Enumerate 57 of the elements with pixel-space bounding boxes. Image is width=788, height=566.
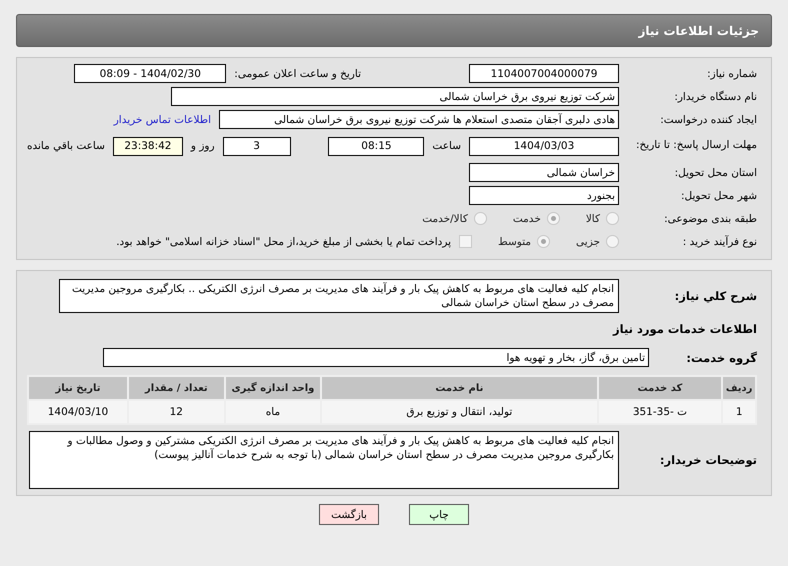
radio-label: متوسط xyxy=(498,236,532,248)
column-header: واحد اندازه گیری xyxy=(224,376,322,400)
table-cell: تولید، انتقال و توزیع برق xyxy=(321,400,598,424)
column-header: تعداد / مقدار xyxy=(128,376,225,400)
radio-label: کالا xyxy=(586,212,600,224)
field-label: گروه خدمت: xyxy=(685,350,757,364)
need-number-field[interactable]: 1104007004000079 xyxy=(469,64,619,83)
field-label: نام دستگاه خریدار: xyxy=(673,90,757,102)
days-field[interactable]: 3 xyxy=(222,136,291,156)
table-cell: ت -35-351 xyxy=(598,400,722,424)
radio-button[interactable] xyxy=(606,235,619,248)
radio-label: خدمت xyxy=(512,212,541,224)
deadline-date-field[interactable]: 1404/03/03 xyxy=(469,136,619,156)
print-button[interactable]: چاپ xyxy=(409,504,469,525)
field-label: شهر محل تحویل: xyxy=(680,190,757,202)
checkbox-label: پرداخت تمام یا بخشی از مبلغ خرید،از محل "اسناد خزانه اسلامی" خواهد بود. xyxy=(116,236,452,248)
radio-button[interactable] xyxy=(546,212,560,225)
field-label: روز و xyxy=(190,140,215,152)
deadline-time-field[interactable]: 08:15 xyxy=(328,136,424,156)
field-label: شرح کلي نیاز: xyxy=(674,289,757,303)
field-label: استان محل تحویل: xyxy=(674,166,757,178)
table-cell: ماه xyxy=(224,400,322,424)
field-label: شماره نیاز: xyxy=(706,68,757,80)
table-cell: 12 xyxy=(128,400,225,424)
field-label: ساعت xyxy=(432,140,461,152)
radio-button[interactable] xyxy=(537,235,550,248)
radio-label: جزیی xyxy=(576,236,600,248)
creator-field[interactable]: هادی دلبری آجقان متصدی استعلام ها شرکت توزیع نیروی برق خراسان شمالی xyxy=(219,110,619,129)
page-title: جزئیات اطلاعات نیاز xyxy=(638,24,759,38)
column-header: تاریخ نیاز xyxy=(28,376,128,400)
column-header: ردیف xyxy=(722,376,756,400)
field-label: ایجاد کننده درخواست: xyxy=(659,114,757,126)
radio-button[interactable] xyxy=(606,212,619,225)
buyer-notes-field[interactable]: انجام کلیه فعالیت های مربوط به کاهش پیک بار و فرآیند های مدیریت بر مصرف انرژی الکتریکی مشترکین و وصول مطالبات و بکارگیری مروجین مدیریت مصرف در سطح استان خراسان شمالی (با توجه به شرح خدمات آنالیز پیوست) xyxy=(29,431,619,489)
section-title: اطلاعات خدمات مورد نیاز xyxy=(613,322,757,336)
table-cell: 1404/03/10 xyxy=(28,400,128,424)
province-field[interactable]: خراسان شمالی xyxy=(469,163,619,182)
summary-field[interactable]: انجام کلیه فعالیت های مربوط به کاهش پیک بار و فرآیند های مدیریت بر مصرف انرژی الکتریکی .. بکارگیری مروجین مدیریت مصرف در سطح استان خراسان شمالی xyxy=(59,279,619,313)
field-label: ساعت باقي مانده xyxy=(27,140,105,152)
announce-date-field[interactable]: 1404/02/30 - 08:09 xyxy=(74,64,226,83)
buyer-field[interactable]: شرکت توزیع نیروی برق خراسان شمالی xyxy=(171,87,619,106)
remaining-time-field[interactable]: 23:38:42 xyxy=(112,136,183,156)
back-button[interactable]: بازگشت xyxy=(319,504,379,525)
table-cell: 1 xyxy=(722,400,756,424)
radio-label: کالا/خدمت xyxy=(422,212,468,224)
field-label: نوع فرآیند خرید : xyxy=(682,236,757,248)
contact-link[interactable]: اطلاعات تماس خریدار xyxy=(114,114,211,126)
column-header: نام خدمت xyxy=(321,376,598,400)
checkbox[interactable] xyxy=(459,235,472,248)
service-group-field[interactable]: تامین برق، گاز، بخار و تهویه هوا xyxy=(103,348,649,367)
field-label: مهلت ارسال پاسخ: تا تاریخ: xyxy=(634,139,757,153)
field-label: تاریخ و ساعت اعلان عمومی: xyxy=(234,68,361,80)
column-header: کد خدمت xyxy=(598,376,722,400)
city-field[interactable]: بجنورد xyxy=(469,186,619,205)
radio-button[interactable] xyxy=(474,212,487,225)
field-label: توضیحات خریدار: xyxy=(658,453,757,467)
field-label: طبقه بندی موضوعی: xyxy=(663,212,757,224)
